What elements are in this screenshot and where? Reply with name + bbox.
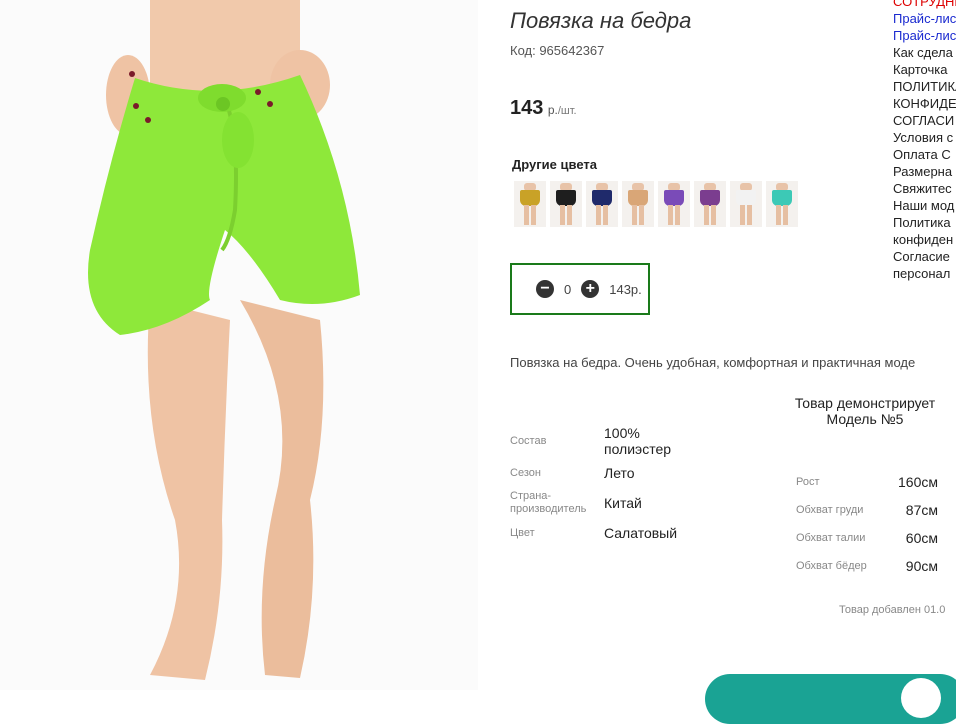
color-swatch[interactable] bbox=[586, 181, 618, 227]
product-code: Код: 965642367 bbox=[510, 43, 605, 58]
color-swatch[interactable] bbox=[514, 181, 546, 227]
model-param-value: 160см bbox=[898, 474, 938, 490]
side-menu-link[interactable]: Свяжитес bbox=[893, 180, 956, 197]
spec-label: Цвет bbox=[510, 526, 535, 539]
other-colors-heading: Другие цвета bbox=[512, 157, 597, 172]
side-menu-link[interactable]: Политика bbox=[893, 214, 956, 231]
side-menu-link[interactable]: Условия с bbox=[893, 129, 956, 146]
model-param-value: 87см bbox=[905, 502, 938, 518]
side-menu-link[interactable]: СОГЛАСИ bbox=[893, 112, 956, 129]
spec-value: 100% полиэстер bbox=[604, 425, 672, 457]
side-menu-link[interactable]: Прайс-лис bbox=[893, 27, 956, 44]
specs-table: Состав 100% полиэстер Сезон Лето Страна-… bbox=[510, 424, 684, 548]
chat-widget-button[interactable] bbox=[705, 674, 956, 724]
model-heading: Товар демонстрирует Модель №5 bbox=[794, 395, 936, 427]
side-menu-link[interactable]: СОТРУДНИ bbox=[893, 0, 956, 10]
spec-value: Китай bbox=[604, 495, 642, 511]
plus-circle-icon[interactable]: + bbox=[581, 280, 600, 298]
model-param-value: 90см bbox=[905, 558, 938, 574]
side-menu-link[interactable]: Как сдела bbox=[893, 44, 956, 61]
color-swatch[interactable] bbox=[730, 181, 762, 227]
model-param-label: Обхват бёдер bbox=[796, 560, 867, 572]
minus-circle-icon[interactable]: − bbox=[536, 280, 554, 298]
color-swatch[interactable] bbox=[622, 181, 654, 227]
side-menu-link[interactable]: Наши мод bbox=[893, 197, 956, 214]
model-param-label: Рост bbox=[796, 476, 820, 488]
quantity-box: − 0 + 143р. bbox=[510, 263, 650, 315]
spec-row: Цвет Салатовый bbox=[510, 518, 684, 548]
side-menu-link[interactable]: Карточка bbox=[893, 61, 956, 78]
price-value: 143 bbox=[510, 97, 544, 119]
product-image bbox=[0, 0, 478, 690]
cart-sum: 143р. bbox=[609, 281, 642, 297]
spec-value: Лето bbox=[604, 465, 635, 481]
side-menu-link[interactable]: Согласие bbox=[893, 248, 956, 265]
model-param-row: Обхват бёдер 90см bbox=[796, 552, 938, 580]
quantity-value[interactable]: 0 bbox=[564, 282, 571, 297]
added-date: Товар добавлен 01.0 bbox=[839, 604, 946, 616]
model-param-label: Обхват талии bbox=[796, 532, 866, 544]
color-swatch[interactable] bbox=[694, 181, 726, 227]
side-menu-link[interactable]: ПОЛИТИКА bbox=[893, 78, 956, 95]
side-menu-link[interactable]: Оплата С bbox=[893, 146, 956, 163]
product-price: 143 р./шт. bbox=[510, 97, 577, 120]
side-menu-link[interactable]: Прайс-лис bbox=[893, 10, 956, 27]
model-params: Рост 160см Обхват груди 87см Обхват тали… bbox=[796, 468, 938, 580]
side-menu-link[interactable]: персонал bbox=[893, 265, 956, 282]
product-description: Повязка на бедра. Очень удобная, комфорт… bbox=[510, 355, 916, 370]
product-title: Повязка на бедра bbox=[510, 8, 692, 33]
spec-label: Страна-производитель bbox=[510, 490, 587, 515]
side-menu: СОТРУДНИПрайс-лисПрайс-лисКак сделаКарто… bbox=[893, 0, 956, 282]
side-menu-link[interactable]: КОНФИДЕ bbox=[893, 95, 956, 112]
chat-icon bbox=[901, 678, 941, 718]
model-param-value: 60см bbox=[905, 530, 938, 546]
spec-row: Страна-производитель Китай bbox=[510, 488, 684, 518]
model-param-row: Обхват талии 60см bbox=[796, 524, 938, 552]
price-per-unit: /шт. bbox=[557, 105, 577, 117]
spec-value: Салатовый bbox=[604, 525, 678, 541]
color-swatch[interactable] bbox=[658, 181, 690, 227]
side-menu-link[interactable]: Размерна bbox=[893, 163, 956, 180]
color-swatch[interactable] bbox=[766, 181, 798, 227]
spec-row: Сезон Лето bbox=[510, 458, 684, 488]
model-param-row: Обхват груди 87см bbox=[796, 496, 938, 524]
color-swatch[interactable] bbox=[550, 181, 582, 227]
product-photo[interactable] bbox=[0, 0, 478, 690]
price-currency: р. bbox=[547, 103, 558, 117]
spec-label: Сезон bbox=[510, 466, 541, 479]
side-menu-link[interactable]: конфиден bbox=[893, 231, 956, 248]
model-param-row: Рост 160см bbox=[796, 468, 938, 496]
color-swatches bbox=[514, 181, 798, 227]
model-param-label: Обхват груди bbox=[796, 504, 864, 516]
spec-row: Состав 100% полиэстер bbox=[510, 424, 684, 458]
spec-label: Состав bbox=[510, 434, 547, 447]
